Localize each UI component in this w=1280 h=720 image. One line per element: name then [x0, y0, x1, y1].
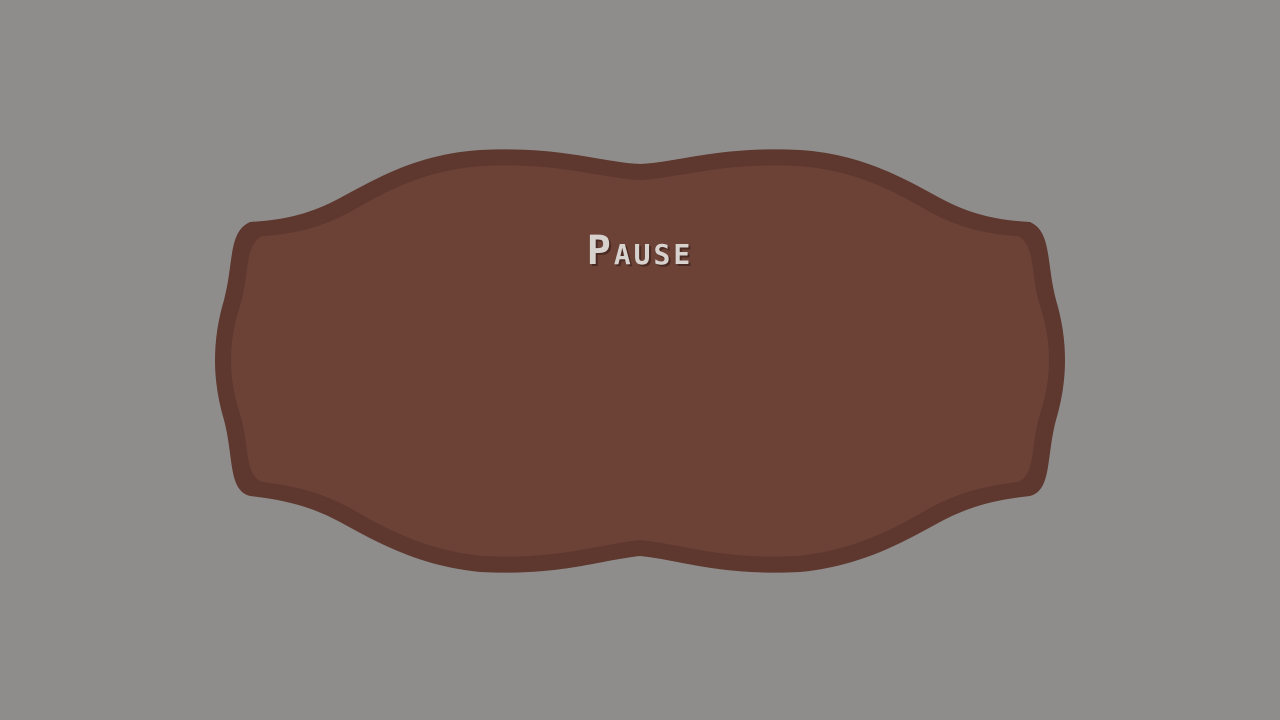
pause-panel — [215, 149, 1065, 573]
pause-title: Pause — [586, 228, 694, 274]
game-screen: Pause — [0, 0, 1280, 720]
pause-panel-fill — [231, 165, 1049, 557]
